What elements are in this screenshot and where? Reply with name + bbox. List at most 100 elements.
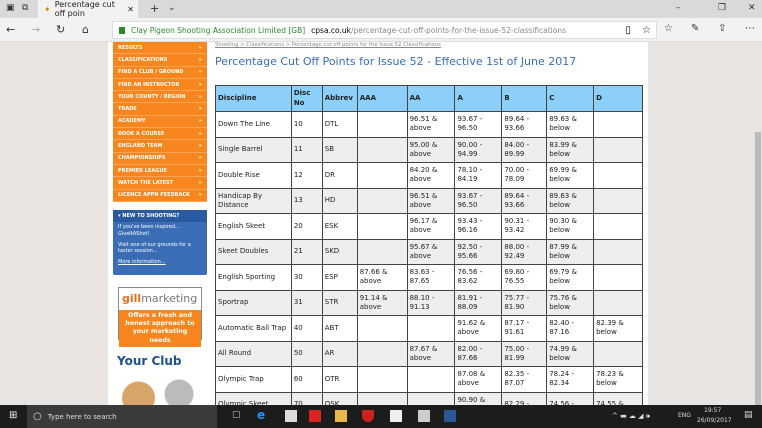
mail-icon[interactable] xyxy=(390,410,402,422)
minimize-icon[interactable]: – xyxy=(676,3,681,13)
table-cell: 30 xyxy=(290,264,323,291)
word-icon[interactable] xyxy=(444,410,456,422)
your-club-banner[interactable]: Your Club xyxy=(117,354,182,368)
table-cell: Down The Line xyxy=(215,111,292,138)
store-icon[interactable] xyxy=(285,410,297,422)
mcafee-icon[interactable] xyxy=(362,410,374,422)
refresh-icon[interactable]: ↻ xyxy=(56,23,65,36)
breadcrumb-link[interactable]: Percentage cut off points for the Issue … xyxy=(292,42,441,48)
tab-preview-icon[interactable]: ▣ xyxy=(6,3,15,13)
breadcrumb-link[interactable]: Shooting xyxy=(215,42,238,48)
column-header: A xyxy=(454,85,503,112)
menu-item[interactable]: WATCH THE LATEST» xyxy=(113,177,207,190)
close-window-icon[interactable]: ✕ xyxy=(748,3,756,13)
table-cell: Sportrap xyxy=(215,289,292,316)
reading-view-icon[interactable]: ▯ xyxy=(626,25,632,36)
menu-item[interactable]: FIND AN INSTRUCTOR» xyxy=(113,79,207,92)
clock-time[interactable]: 19:57 xyxy=(704,407,721,414)
windows-start-icon[interactable]: ⊞ xyxy=(9,410,17,421)
table-cell: 76.56 - 83.62 xyxy=(454,264,503,291)
menu-item[interactable]: CHAMPIONSHIPS» xyxy=(113,153,207,165)
menu-item[interactable]: PREMIER LEAGUE» xyxy=(113,165,207,178)
table-cell: 74.56 - xyxy=(546,391,595,405)
web-note-icon[interactable]: ✎ xyxy=(691,23,699,34)
column-header: Abbrev xyxy=(321,85,358,112)
new-tab-icon[interactable]: + xyxy=(150,2,159,15)
menu-item[interactable]: BOOK A COURSE» xyxy=(113,128,207,141)
table-cell: All Round xyxy=(215,340,292,367)
back-icon[interactable]: ← xyxy=(6,23,15,36)
calculator-icon[interactable] xyxy=(418,410,430,422)
column-header: D xyxy=(593,85,643,112)
table-cell: 69.99 & below xyxy=(546,162,595,189)
table-cell: 95.00 & above xyxy=(406,136,456,163)
table-cell: 69.80 - 76.55 xyxy=(501,264,548,291)
table-cell: 31 xyxy=(290,289,323,316)
table-cell: 95.67 & above xyxy=(406,238,456,265)
menu-item[interactable]: RESULTS» xyxy=(113,42,207,55)
file-explorer-icon[interactable] xyxy=(335,410,347,422)
box-text: Visit one of our grounds for a taster se… xyxy=(118,241,191,255)
menu-item[interactable]: CLASSIFICATIONS» xyxy=(113,54,207,67)
breadcrumb-link[interactable]: Classifications xyxy=(246,42,284,48)
set-aside-tabs-icon[interactable]: ⧉ xyxy=(22,3,28,13)
menu-item[interactable]: ENGLAND TEAM» xyxy=(113,140,207,153)
table-cell: 90.31 - 93.42 xyxy=(501,213,548,240)
table-cell: 82.29 - xyxy=(501,391,548,405)
app-icon[interactable] xyxy=(309,410,321,422)
table-row: Single Barrel 11 SB 95.00 & above 90.00 - 94… xyxy=(215,136,643,163)
edge-icon[interactable]: e xyxy=(257,408,269,422)
task-view-icon[interactable]: ▢ xyxy=(232,410,241,420)
table-cell xyxy=(356,238,408,265)
table-cell xyxy=(593,340,643,367)
web-page: RESULTS» CLASSIFICATIONS» FIND A CLUB / … xyxy=(108,42,648,405)
language-indicator[interactable]: ENG xyxy=(678,412,691,419)
table-row: Handicap By Distance 13 HD 96.51 & above 93.… xyxy=(215,187,643,214)
table-cell xyxy=(356,315,408,342)
new-to-shooting-box: ▾ NEW TO SHOOTING? If you've been inspir… xyxy=(113,210,207,275)
table-cell: 20 xyxy=(290,213,323,240)
table-cell: ABT xyxy=(321,315,358,342)
table-cell: 88.00 - 92.49 xyxy=(501,238,548,265)
url-domain: cpsa.co.uk xyxy=(311,25,351,35)
favorites-hub-icon[interactable]: ☆ xyxy=(664,23,673,34)
restore-icon[interactable]: ❐ xyxy=(718,3,726,13)
url-field[interactable]: Clay Pigeon Shooting Association Limited… xyxy=(112,21,657,39)
clock-date[interactable]: 26/09/2017 xyxy=(697,417,732,424)
table-cell: 90.90 & above xyxy=(454,391,503,405)
browser-tab[interactable]: ✦ Percentage cut off poin ✕ xyxy=(38,0,138,18)
home-icon[interactable]: ⌂ xyxy=(82,23,89,36)
more-info-link[interactable]: More information... xyxy=(113,257,207,268)
forward-icon[interactable]: → xyxy=(31,23,40,36)
share-icon[interactable]: ⇪ xyxy=(718,23,726,34)
scrollbar-thumb[interactable] xyxy=(755,132,761,405)
table-cell xyxy=(356,340,408,367)
table-cell: Olympic Skeet xyxy=(215,391,292,405)
action-center-icon[interactable]: ▤ xyxy=(744,410,753,420)
breadcrumb: Shooting > Classifications > Percentage … xyxy=(215,42,441,48)
menu-item[interactable]: FIND A CLUB / GROUND» xyxy=(113,67,207,79)
table-cell: 75.76 & below xyxy=(546,289,595,316)
menu-item[interactable]: LICENCE APPN FEEDBACK» xyxy=(113,190,207,202)
menu-item[interactable]: YOUR COUNTY / REGION» xyxy=(113,91,207,104)
table-cell: Automatic Ball Trap xyxy=(215,315,292,342)
close-tab-icon[interactable]: ✕ xyxy=(127,5,134,14)
gill-marketing-ad[interactable]: gillmarketing Offers a fresh and honest … xyxy=(118,287,202,347)
table-cell xyxy=(593,162,643,189)
table-cell xyxy=(406,391,456,405)
table-cell: 93.43 - 96.16 xyxy=(454,213,503,240)
sidebar-menu: RESULTS» CLASSIFICATIONS» FIND A CLUB / … xyxy=(113,42,207,202)
taskbar-search[interactable]: ○ Type here to search xyxy=(27,405,217,428)
table-cell: English Skeet xyxy=(215,213,292,240)
url-path: /percentage-cut-off-points-for-the-issue… xyxy=(351,25,566,35)
table-cell: 81.91 - 88.09 xyxy=(454,289,503,316)
chevron-down-icon[interactable]: ⌄ xyxy=(168,3,176,13)
favorite-star-icon[interactable]: ☆ xyxy=(642,25,651,36)
menu-item[interactable]: TRADE» xyxy=(113,103,207,116)
table-cell: 82.39 & below xyxy=(593,315,643,342)
table-row: Olympic Trap 60 OTR 87.08 & above 82.35 - 87… xyxy=(215,366,643,393)
more-icon[interactable]: ⋯ xyxy=(745,23,755,34)
menu-item[interactable]: ACADEMY» xyxy=(113,116,207,129)
system-tray-icons[interactable]: ^ ▬ ☁ ◢ 🕪 xyxy=(612,412,650,421)
table-cell xyxy=(593,289,643,316)
